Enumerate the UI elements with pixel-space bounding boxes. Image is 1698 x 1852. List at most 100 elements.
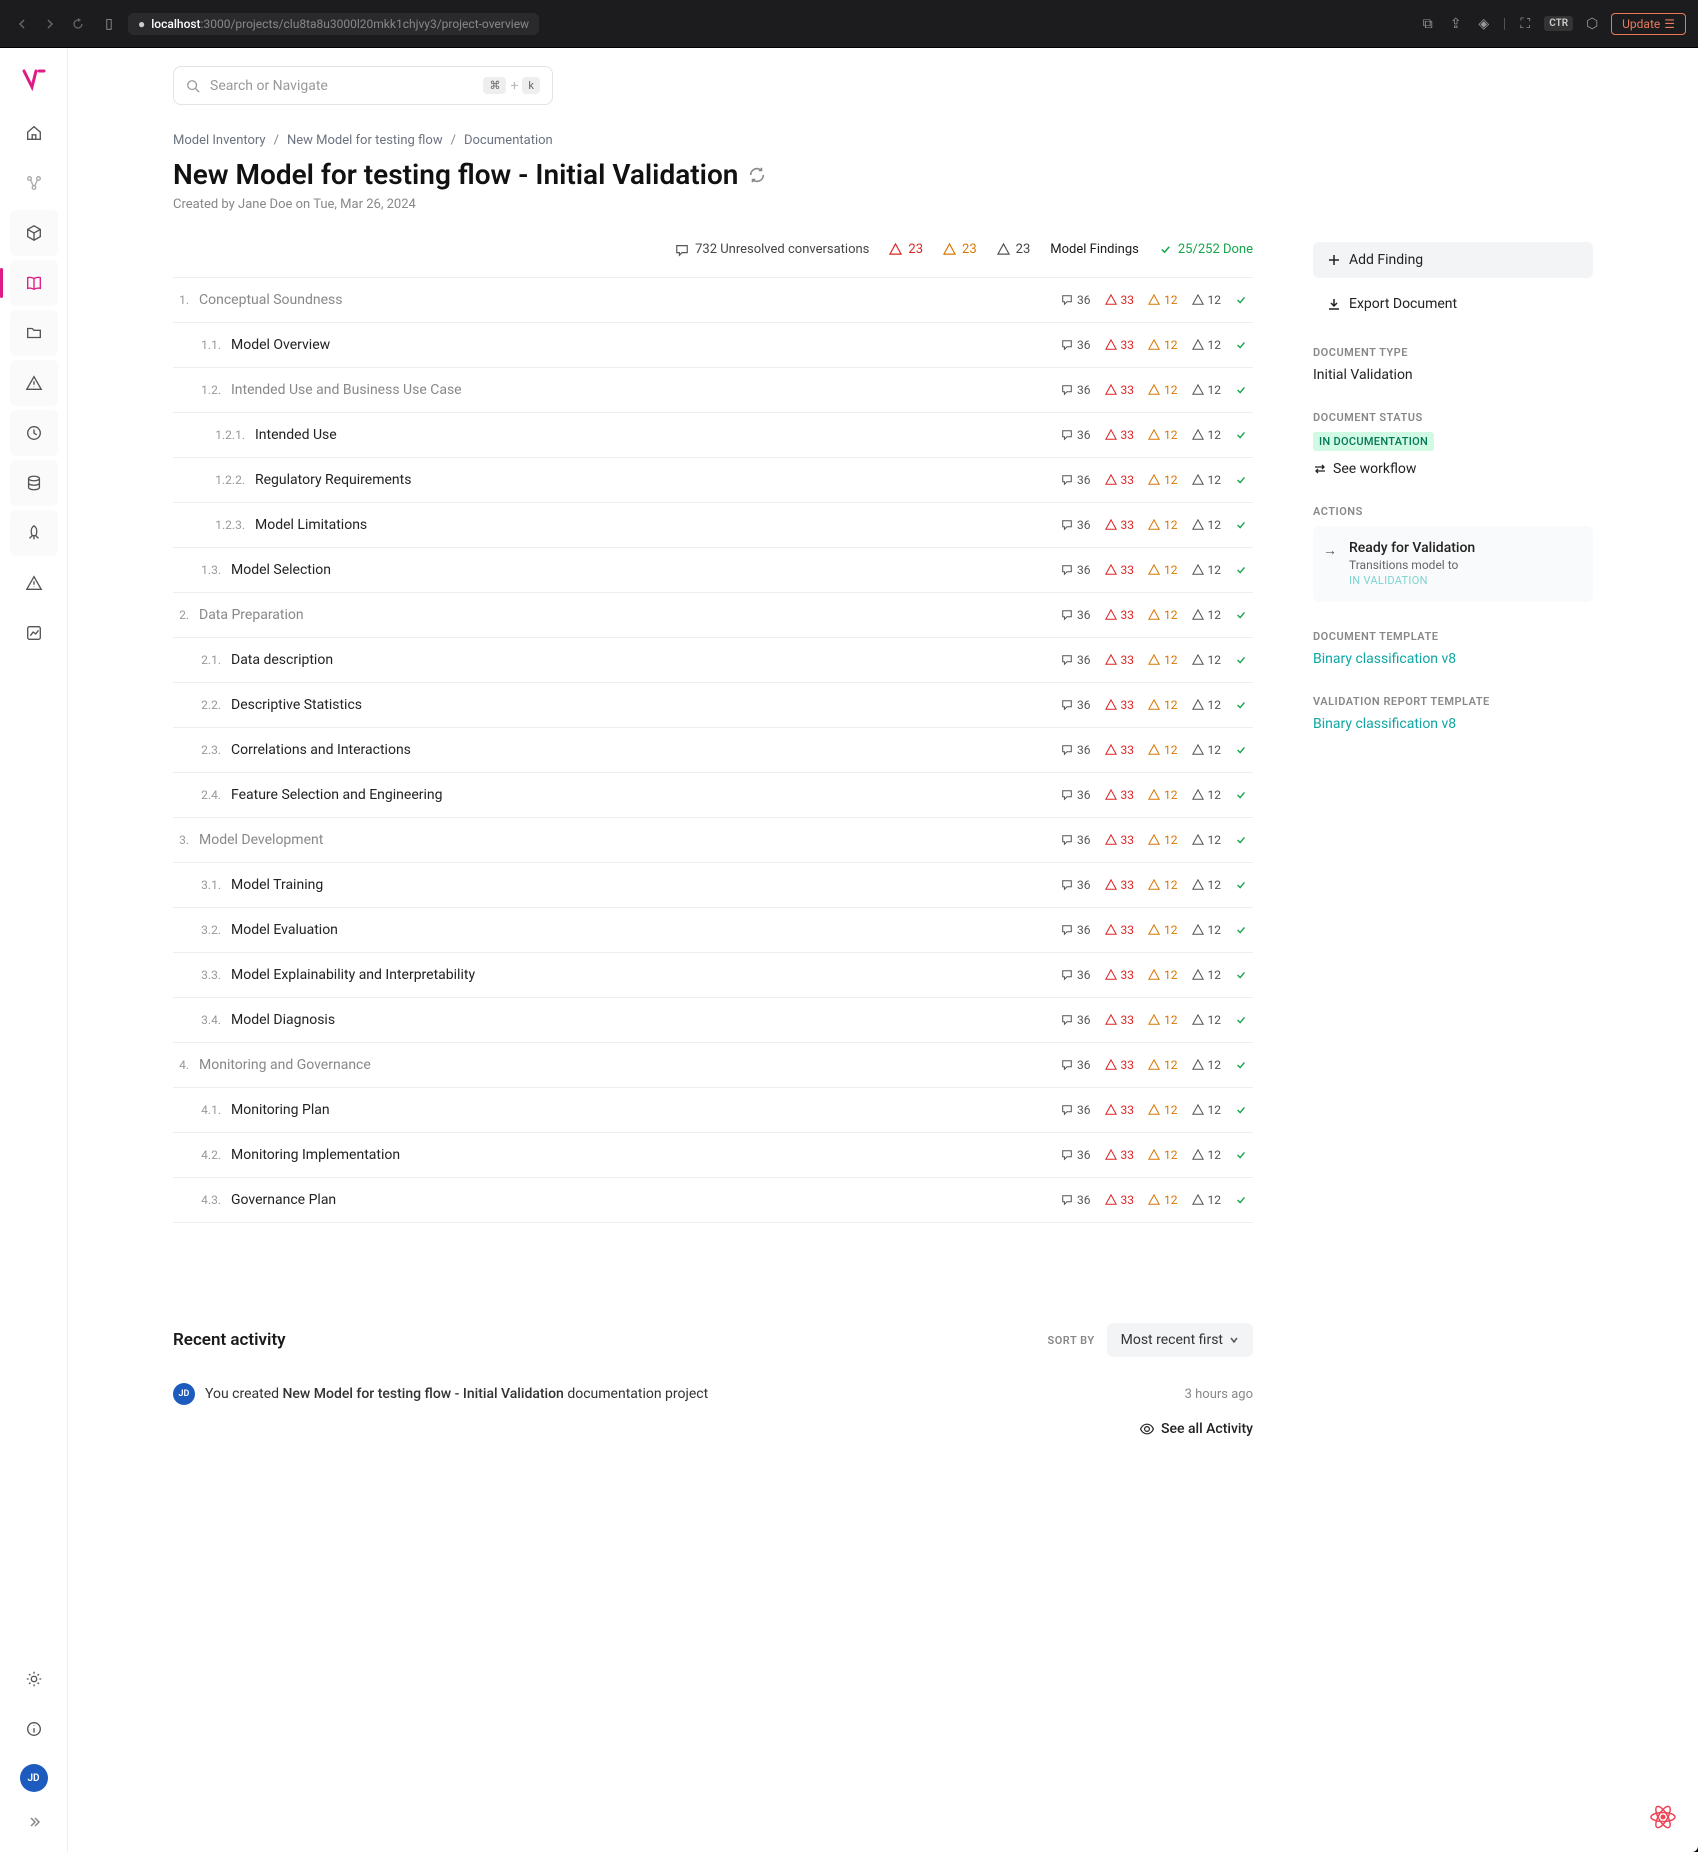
row-check[interactable] <box>1235 1194 1247 1206</box>
outline-row[interactable]: 4.3. Governance Plan 36 33 12 12 <box>173 1178 1253 1223</box>
row-orange[interactable]: 12 <box>1148 698 1178 712</box>
row-orange[interactable]: 12 <box>1148 1193 1178 1207</box>
row-comments[interactable]: 36 <box>1061 293 1091 307</box>
row-orange[interactable]: 12 <box>1148 338 1178 352</box>
row-orange[interactable]: 12 <box>1148 563 1178 577</box>
row-orange[interactable]: 12 <box>1148 743 1178 757</box>
url-bar[interactable]: ● localhost:3000/projects/clu8ta8u3000l2… <box>128 13 539 35</box>
row-red[interactable]: 33 <box>1105 743 1135 757</box>
row-red[interactable]: 33 <box>1105 1148 1135 1162</box>
row-red[interactable]: 33 <box>1105 518 1135 532</box>
outline-row[interactable]: 2.3. Correlations and Interactions 36 33… <box>173 728 1253 773</box>
share-icon[interactable]: ⇪ <box>1447 15 1465 33</box>
row-orange[interactable]: 12 <box>1148 1058 1178 1072</box>
row-red[interactable]: 33 <box>1105 1103 1135 1117</box>
row-gray[interactable]: 12 <box>1192 743 1222 757</box>
nav-info[interactable] <box>10 1706 58 1752</box>
extension-icon[interactable]: ⬡ <box>1583 15 1601 33</box>
react-devtools-icon[interactable] <box>1648 1802 1678 1832</box>
row-gray[interactable]: 12 <box>1192 293 1222 307</box>
row-comments[interactable]: 36 <box>1061 833 1091 847</box>
row-gray[interactable]: 12 <box>1192 698 1222 712</box>
row-red[interactable]: 33 <box>1105 1193 1135 1207</box>
outline-row[interactable]: 1.2. Intended Use and Business Use Case … <box>173 368 1253 413</box>
row-gray[interactable]: 12 <box>1192 1148 1222 1162</box>
nav-warning[interactable] <box>10 360 58 406</box>
row-red[interactable]: 33 <box>1105 968 1135 982</box>
row-check[interactable] <box>1235 834 1247 846</box>
see-all-activity[interactable]: See all Activity <box>1139 1421 1253 1437</box>
row-check[interactable] <box>1235 1014 1247 1026</box>
row-gray[interactable]: 12 <box>1192 338 1222 352</box>
breadcrumb-0[interactable]: Model Inventory <box>173 133 266 148</box>
row-orange[interactable]: 12 <box>1148 788 1178 802</box>
row-comments[interactable]: 36 <box>1061 698 1091 712</box>
row-orange[interactable]: 12 <box>1148 653 1178 667</box>
nav-cube[interactable] <box>10 210 58 256</box>
row-comments[interactable]: 36 <box>1061 338 1091 352</box>
row-gray[interactable]: 12 <box>1192 968 1222 982</box>
outline-row[interactable]: 4.2. Monitoring Implementation 36 33 12 … <box>173 1133 1253 1178</box>
outline-row[interactable]: 2.2. Descriptive Statistics 36 33 12 12 <box>173 683 1253 728</box>
row-comments[interactable]: 36 <box>1061 878 1091 892</box>
outline-row[interactable]: 1.2.3. Model Limitations 36 33 12 12 <box>173 503 1253 548</box>
row-check[interactable] <box>1235 294 1247 306</box>
row-orange[interactable]: 12 <box>1148 518 1178 532</box>
row-gray[interactable]: 12 <box>1192 473 1222 487</box>
export-document-button[interactable]: Export Document <box>1313 286 1593 322</box>
row-check[interactable] <box>1235 609 1247 621</box>
row-comments[interactable]: 36 <box>1061 1013 1091 1027</box>
outline-row[interactable]: 2.1. Data description 36 33 12 12 <box>173 638 1253 683</box>
row-comments[interactable]: 36 <box>1061 518 1091 532</box>
orange-count[interactable]: 23 <box>943 242 977 257</box>
row-comments[interactable]: 36 <box>1061 653 1091 667</box>
nav-database[interactable] <box>10 460 58 506</box>
row-orange[interactable]: 12 <box>1148 1103 1178 1117</box>
row-comments[interactable]: 36 <box>1061 1148 1091 1162</box>
outline-row[interactable]: 1.2.2. Regulatory Requirements 36 33 12 … <box>173 458 1253 503</box>
row-red[interactable]: 33 <box>1105 1013 1135 1027</box>
expand-icon[interactable]: ⛶ <box>1516 15 1534 33</box>
row-comments[interactable]: 36 <box>1061 1058 1091 1072</box>
row-orange[interactable]: 12 <box>1148 923 1178 937</box>
nav-settings[interactable] <box>10 1656 58 1702</box>
search-input[interactable]: Search or Navigate ⌘ + k <box>173 66 553 105</box>
outline-row[interactable]: 1.2.1. Intended Use 36 33 12 12 <box>173 413 1253 458</box>
nav-folder[interactable] <box>10 310 58 356</box>
outline-row[interactable]: 1.3. Model Selection 36 33 12 12 <box>173 548 1253 593</box>
row-check[interactable] <box>1235 384 1247 396</box>
see-workflow-link[interactable]: See workflow <box>1313 461 1593 477</box>
row-orange[interactable]: 12 <box>1148 383 1178 397</box>
row-gray[interactable]: 12 <box>1192 518 1222 532</box>
row-gray[interactable]: 12 <box>1192 1058 1222 1072</box>
row-gray[interactable]: 12 <box>1192 563 1222 577</box>
row-orange[interactable]: 12 <box>1148 878 1178 892</box>
outline-row[interactable]: 3.2. Model Evaluation 36 33 12 12 <box>173 908 1253 953</box>
row-comments[interactable]: 36 <box>1061 428 1091 442</box>
row-red[interactable]: 33 <box>1105 608 1135 622</box>
row-comments[interactable]: 36 <box>1061 563 1091 577</box>
row-check[interactable] <box>1235 969 1247 981</box>
row-check[interactable] <box>1235 699 1247 711</box>
nav-graph[interactable] <box>10 160 58 206</box>
row-check[interactable] <box>1235 654 1247 666</box>
row-gray[interactable]: 12 <box>1192 788 1222 802</box>
row-comments[interactable]: 36 <box>1061 608 1091 622</box>
row-red[interactable]: 33 <box>1105 653 1135 667</box>
outline-row[interactable]: 1.1. Model Overview 36 33 12 12 <box>173 323 1253 368</box>
row-comments[interactable]: 36 <box>1061 383 1091 397</box>
outline-row[interactable]: 1. Conceptual Soundness 36 33 12 12 <box>173 278 1253 323</box>
doc-template-link[interactable]: Binary classification v8 <box>1313 651 1456 667</box>
row-red[interactable]: 33 <box>1105 878 1135 892</box>
row-check[interactable] <box>1235 1059 1247 1071</box>
row-check[interactable] <box>1235 474 1247 486</box>
activity-item[interactable]: JD You created New Model for testing flo… <box>173 1375 1253 1413</box>
row-comments[interactable]: 36 <box>1061 968 1091 982</box>
outline-row[interactable]: 4.1. Monitoring Plan 36 33 12 12 <box>173 1088 1253 1133</box>
outline-row[interactable]: 4. Monitoring and Governance 36 33 12 12 <box>173 1043 1253 1088</box>
row-gray[interactable]: 12 <box>1192 653 1222 667</box>
breadcrumb-2[interactable]: Documentation <box>464 133 553 148</box>
reload-button[interactable] <box>68 14 88 34</box>
red-count[interactable]: 23 <box>889 242 923 257</box>
row-comments[interactable]: 36 <box>1061 1103 1091 1117</box>
